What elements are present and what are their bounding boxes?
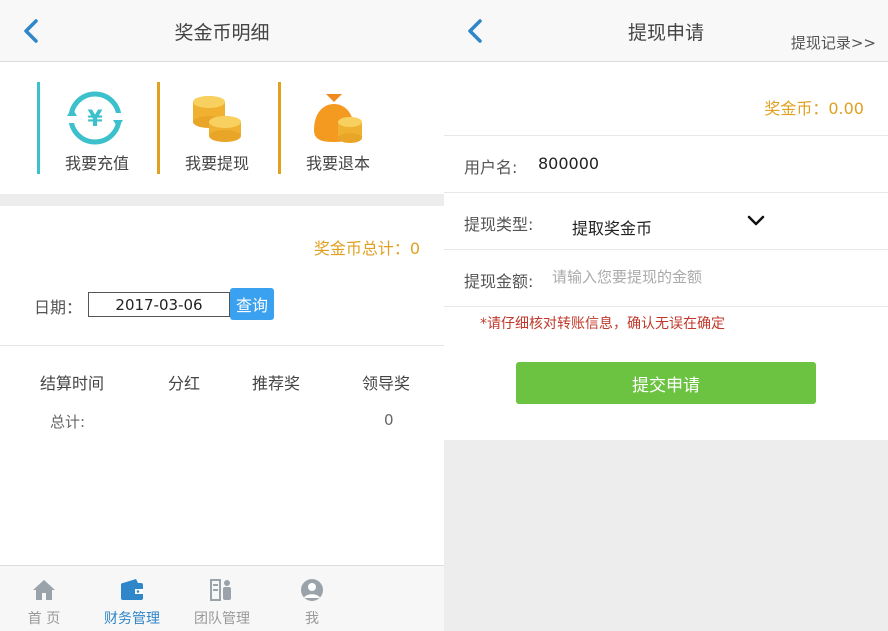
coin-stack-icon — [193, 96, 241, 142]
refund-principal-label: 我要退本 — [305, 154, 370, 173]
section-gap — [0, 194, 444, 206]
withdraw-application-screen: 提现申请 提现记录>> 奖金币：0.00 用户名: 800000 提现类型: 提… — [444, 0, 888, 631]
app-screens: 奖金币明细 ¥ 我要充值 我要提现 我要退本 奖金币总计：0 日期： 2017-… — [0, 0, 888, 631]
withdraw-amount-label: 提现金额: — [464, 272, 534, 291]
bottom-tab-bar: 首 页 财务管理 团队管理 我 — [0, 565, 444, 631]
recharge-label: 我要充值 — [64, 154, 129, 173]
query-button[interactable]: 查询 — [230, 288, 274, 320]
summary-label: 总计: — [50, 413, 86, 431]
tab-finance-label: 财务管理 — [104, 611, 160, 627]
column-header-settle-time: 结算时间 — [40, 374, 105, 393]
withdraw-button[interactable]: 我要提现 — [157, 82, 277, 177]
column-header-referral: 推荐奖 — [252, 374, 301, 393]
tab-me-label: 我 — [305, 611, 319, 627]
navbar: 奖金币明细 — [0, 0, 444, 62]
tab-me[interactable]: 我 — [272, 566, 352, 631]
recharge-yen-icon: ¥ — [67, 91, 123, 145]
tab-home[interactable]: 首 页 — [4, 566, 84, 631]
date-label: 日期： — [34, 298, 83, 317]
withdraw-type-select[interactable]: 提取奖金币 — [572, 215, 652, 239]
tab-team-label: 团队管理 — [194, 611, 250, 627]
withdraw-label: 我要提现 — [184, 154, 249, 173]
divider — [0, 345, 444, 346]
column-header-leader: 领导奖 — [362, 374, 411, 393]
bonus-total: 奖金币总计：0 — [313, 239, 420, 258]
page-title: 奖金币明细 — [174, 22, 270, 44]
refund-principal-button[interactable]: 我要退本 — [278, 82, 398, 177]
recharge-button[interactable]: ¥ 我要充值 — [37, 82, 157, 177]
chevron-down-icon[interactable] — [746, 211, 766, 231]
username-label: 用户名: — [464, 158, 518, 177]
tab-team[interactable]: 团队管理 — [182, 566, 262, 631]
username-row: 用户名: 800000 — [444, 136, 888, 193]
wallet-icon — [121, 579, 143, 600]
date-input[interactable] — [88, 292, 230, 317]
withdraw-amount-row: 提现金额: — [444, 250, 888, 307]
tab-home-label: 首 页 — [27, 611, 61, 627]
navbar: 提现申请 提现记录>> — [444, 0, 888, 62]
submit-application-button[interactable]: 提交申请 — [516, 362, 816, 404]
withdraw-amount-input[interactable] — [552, 262, 852, 292]
withdraw-type-label: 提现类型: — [464, 215, 534, 234]
action-bar: ¥ 我要充值 我要提现 我要退本 — [0, 62, 444, 194]
bonus-balance: 奖金币：0.00 — [764, 99, 864, 118]
column-header-dividend: 分红 — [168, 374, 201, 393]
tab-finance[interactable]: 财务管理 — [92, 566, 172, 631]
divider — [278, 82, 281, 174]
withdraw-type-row[interactable]: 提现类型: 提取奖金币 — [444, 193, 888, 250]
svg-text:¥: ¥ — [87, 107, 103, 132]
user-icon — [301, 579, 323, 601]
summary-value: 0 — [384, 411, 394, 429]
warning-text: *请仔细核对转账信息，确认无误在确定 — [480, 316, 725, 332]
balance-row: 奖金币：0.00 — [444, 62, 888, 136]
team-icon — [210, 579, 231, 601]
withdraw-records-link[interactable]: 提现记录>> — [791, 32, 876, 53]
bonus-coin-detail-screen: 奖金币明细 ¥ 我要充值 我要提现 我要退本 奖金币总计：0 日期： 2017-… — [0, 0, 444, 631]
submit-area: *请仔细核对转账信息，确认无误在确定 提交申请 — [444, 307, 888, 440]
username-value: 800000 — [538, 154, 600, 173]
money-bag-icon — [314, 94, 362, 143]
divider — [157, 82, 160, 174]
divider — [37, 82, 40, 174]
home-icon — [33, 580, 55, 600]
